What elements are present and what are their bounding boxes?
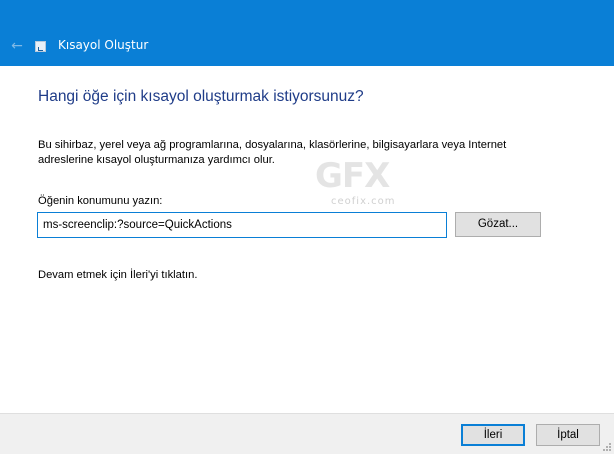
window-title: Kısayol Oluştur bbox=[58, 38, 149, 52]
location-input[interactable] bbox=[37, 212, 447, 238]
watermark: GFX ceofix.com bbox=[305, 152, 405, 212]
browse-button[interactable]: Gözat... bbox=[455, 212, 541, 237]
resize-grip-icon[interactable] bbox=[601, 441, 611, 451]
location-label-suffix: enin konumunu yazın: bbox=[52, 195, 163, 207]
watermark-logo: GFX bbox=[315, 156, 390, 196]
continue-hint: Devam etmek için İleri'yi tıklatın. bbox=[38, 269, 198, 281]
wizard-content: Hangi öğe için kısayol oluşturmak istiyo… bbox=[0, 66, 614, 413]
cancel-button[interactable]: İptal bbox=[536, 424, 600, 446]
watermark-site: ceofix.com bbox=[331, 196, 396, 207]
create-shortcut-dialog: ← Kısayol Oluştur Hangi öğe için kısayol… bbox=[0, 0, 614, 454]
title-bar: ← Kısayol Oluştur bbox=[0, 0, 614, 66]
next-button[interactable]: İleri bbox=[461, 424, 525, 446]
button-bar: İleri İptal bbox=[0, 413, 614, 454]
location-label-prefix: Ö bbox=[38, 195, 47, 207]
shortcut-icon bbox=[35, 41, 46, 52]
location-label: Öğenin konumunu yazın: bbox=[38, 195, 162, 207]
back-arrow-icon[interactable]: ← bbox=[6, 38, 28, 54]
page-heading: Hangi öğe için kısayol oluşturmak istiyo… bbox=[38, 88, 364, 105]
wizard-description: Bu sihirbaz, yerel veya ağ programlarına… bbox=[38, 139, 507, 166]
